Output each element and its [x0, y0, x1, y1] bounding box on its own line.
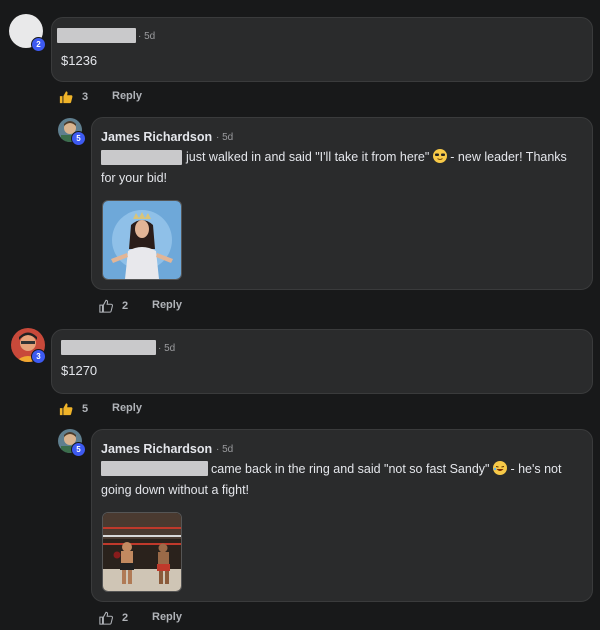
text-line-2: for your bid! — [101, 171, 168, 185]
queen-gif-image — [103, 201, 181, 279]
laughing-emoji-icon — [492, 461, 507, 475]
sunglasses-emoji-icon — [432, 149, 447, 163]
comment-time: · 5d — [138, 31, 156, 42]
reply-bubble: James Richardson · 5d came back in the r… — [91, 429, 593, 602]
comment-time: · 5d — [216, 132, 234, 143]
text-line-1-after: - new leader! Thanks — [450, 150, 567, 164]
like-button[interactable]: 5 — [59, 402, 88, 416]
rank-badge: 5 — [71, 131, 86, 146]
reply-bubble: James Richardson · 5d just walked in and… — [91, 117, 593, 290]
thumbs-up-outline-icon — [99, 299, 113, 313]
comment-time: · 5d — [216, 444, 234, 455]
like-button[interactable]: 3 — [59, 90, 88, 104]
redacted-name — [61, 340, 156, 355]
comment-time: · 5d — [158, 343, 176, 354]
author-name[interactable]: James Richardson — [101, 130, 212, 144]
author-name[interactable]: James Richardson — [101, 442, 212, 456]
gif-attachment[interactable] — [102, 200, 182, 280]
reply-button[interactable]: Reply — [112, 90, 142, 102]
comment-bubble: · 5d $1236 — [51, 17, 593, 82]
bid-amount: $1236 — [61, 53, 98, 68]
redacted-mention — [101, 461, 208, 476]
like-button[interactable]: 2 — [99, 611, 128, 625]
comment-bubble: · 5d $1270 — [51, 329, 593, 394]
thumbs-up-outline-icon — [99, 611, 113, 625]
like-count: 2 — [122, 300, 129, 312]
like-count: 3 — [82, 91, 89, 103]
text-line-1: just walked in and said "I'll take it fr… — [186, 150, 430, 164]
rank-badge: 2 — [31, 37, 46, 52]
bid-amount: $1270 — [61, 363, 98, 378]
boxing-gif-image — [103, 513, 181, 591]
rank-badge: 3 — [31, 349, 46, 364]
thumbs-up-icon — [59, 403, 73, 416]
text-line-1: came back in the ring and said "not so f… — [211, 462, 490, 476]
redacted-mention — [101, 150, 182, 165]
like-count: 2 — [122, 612, 129, 624]
like-count: 5 — [82, 403, 89, 415]
text-line-2: going down without a fight! — [101, 483, 250, 497]
reply-button[interactable]: Reply — [152, 611, 182, 623]
rank-badge: 5 — [71, 442, 86, 457]
thumbs-up-icon — [59, 91, 73, 104]
reply-button[interactable]: Reply — [112, 402, 142, 414]
text-line-1-after: - he's not — [510, 462, 562, 476]
like-button[interactable]: 2 — [99, 299, 128, 313]
reply-text: came back in the ring and said "not so f… — [211, 459, 561, 480]
redacted-name — [57, 28, 136, 43]
reply-text: just walked in and said "I'll take it fr… — [186, 147, 567, 168]
gif-attachment[interactable] — [102, 512, 182, 592]
reply-button[interactable]: Reply — [152, 299, 182, 311]
